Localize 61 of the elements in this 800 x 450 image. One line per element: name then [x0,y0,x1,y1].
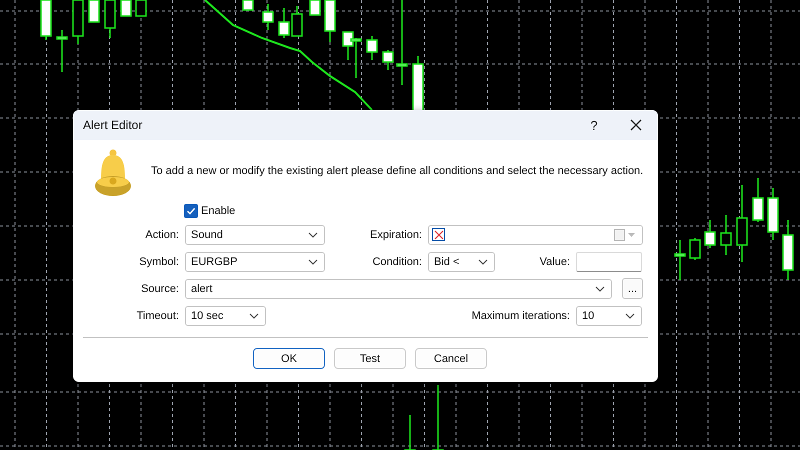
help-button[interactable]: ? [574,110,614,140]
candlestick [689,238,701,260]
browse-button[interactable]: ... [622,278,643,299]
caret-icon [595,286,605,292]
candlestick [262,4,274,30]
value-input[interactable] [576,252,642,272]
bell-icon [93,149,133,197]
candlestick [432,385,444,450]
dialog-button[interactable]: OK [253,348,325,369]
candlestick [120,0,132,17]
caret-icon [308,258,318,264]
candlestick [104,0,116,38]
candlestick [291,6,303,37]
candlestick [404,415,416,450]
candlestick [56,30,68,72]
candlestick [350,38,362,78]
dialog-button[interactable]: Test [334,348,406,369]
field-label: Expiration: [369,228,422,240]
candlestick [782,220,794,280]
caret-icon [625,312,635,318]
field-label: Value: [538,256,570,268]
expiration-checkbox[interactable] [432,228,445,241]
dropdown[interactable]: Bid < [428,252,495,272]
dialog-button[interactable]: Cancel [415,348,487,369]
window-title: Alert Editor [83,118,144,132]
dropdown[interactable]: 10 [576,306,642,326]
candlestick [674,240,686,280]
dropdown[interactable]: Sound [185,224,325,244]
candlestick [72,0,84,44]
candlestick [88,0,100,23]
dropdown[interactable]: EURGBP [185,252,325,272]
instruction-text: To add a new or modify the existing alert please define all conditions and select the necessary action. [151,165,644,177]
field-label: Condition: [371,256,422,268]
candlestick [752,178,764,222]
candlestick [135,0,147,17]
calendar-icon [614,228,636,240]
close-icon [630,119,642,131]
candlestick [309,0,321,16]
candlestick [366,36,378,60]
candlestick [767,188,779,240]
field-label: Maximum iterations: [470,310,570,322]
candlestick [242,0,254,11]
field-label: Action: [144,228,179,240]
candlestick [342,31,354,60]
caret-icon [308,232,318,238]
candlestick [720,215,732,255]
candlestick [412,56,424,113]
enable-checkbox[interactable]: Enable [184,203,236,219]
candlestick [704,220,716,248]
caret-icon [478,258,488,264]
field-label: Source: [140,282,179,294]
caret-icon [249,312,259,318]
candlestick [40,0,52,40]
dropdown[interactable]: 10 sec [185,306,266,326]
candlestick [278,8,290,38]
candlestick [382,50,394,70]
field-label: Timeout: [136,310,179,322]
dropdown[interactable]: alert [185,278,612,298]
field-label: Symbol: [138,256,179,268]
candlestick [324,0,336,42]
checkmark-icon [186,206,196,216]
